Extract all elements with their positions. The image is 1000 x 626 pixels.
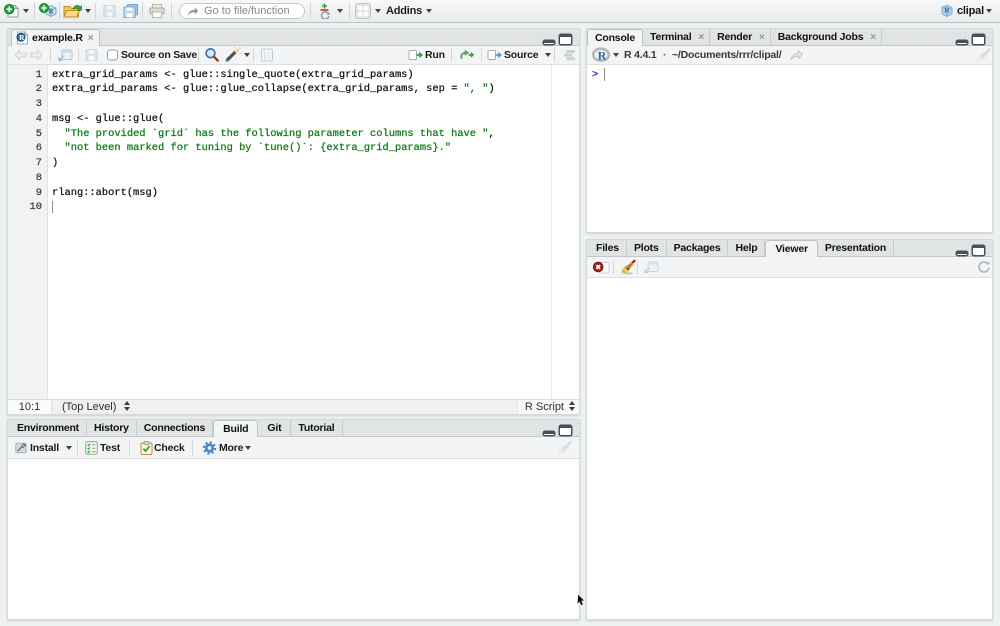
svg-text:R: R xyxy=(944,6,950,15)
svg-text:R: R xyxy=(598,49,607,63)
svg-text:R: R xyxy=(19,33,25,42)
